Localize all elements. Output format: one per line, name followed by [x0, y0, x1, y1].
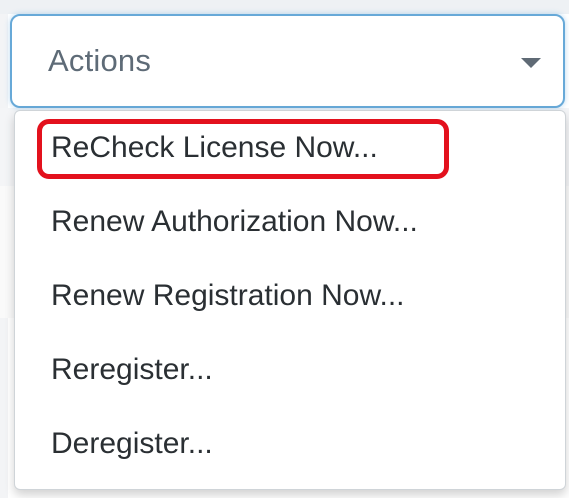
actions-dropdown-button[interactable]: Actions — [10, 14, 565, 108]
menu-item-deregister[interactable]: Deregister... — [15, 407, 565, 481]
menu-item-renew-authorization-now[interactable]: Renew Authorization Now... — [15, 185, 565, 259]
page-background-top — [0, 0, 569, 14]
actions-dropdown-menu: ReCheck License Now... Renew Authorizati… — [14, 110, 566, 490]
menu-item-renew-registration-now[interactable]: Renew Registration Now... — [15, 259, 565, 333]
menu-item-recheck-license-now[interactable]: ReCheck License Now... — [15, 111, 565, 185]
caret-down-icon — [521, 58, 541, 68]
actions-dropdown-label: Actions — [48, 43, 152, 78]
menu-item-reregister[interactable]: Reregister... — [15, 333, 565, 407]
